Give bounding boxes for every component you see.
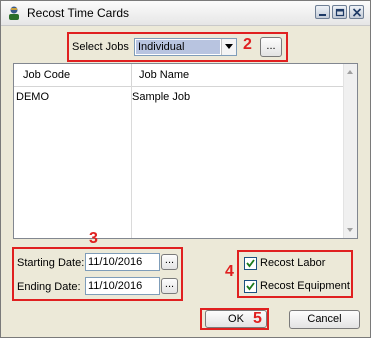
starting-date-field[interactable]: 11/10/2016: [85, 253, 160, 271]
scroll-down-icon[interactable]: [347, 228, 354, 233]
job-name-cell: Sample Job: [132, 91, 191, 103]
close-icon: [352, 8, 362, 17]
title-bar[interactable]: Recost Time Cards: [1, 1, 370, 26]
vertical-scrollbar[interactable]: [343, 64, 357, 238]
job-list-header: Job Code Job Name: [14, 64, 345, 87]
restore-icon: [335, 8, 345, 17]
select-jobs-value: Individual: [136, 40, 220, 54]
column-header-job-name[interactable]: Job Name: [132, 64, 345, 86]
job-code-cell: DEMO: [16, 91, 49, 103]
app-icon: [9, 6, 19, 20]
column-header-job-code[interactable]: Job Code: [14, 64, 132, 86]
ending-date-field[interactable]: 11/10/2016: [85, 277, 160, 295]
cancel-button[interactable]: Cancel: [289, 310, 360, 329]
recost-labor-label[interactable]: Recost Labor: [260, 257, 325, 269]
recost-time-cards-dialog: Recost Time Cards Select Jobs Individual…: [0, 0, 371, 338]
ending-date-label: Ending Date:: [17, 281, 81, 293]
select-jobs-dropdown[interactable]: Individual: [134, 38, 237, 56]
table-row[interactable]: DEMO Sample Job: [14, 89, 345, 105]
annotation-5: 5: [253, 310, 262, 327]
close-button[interactable]: [349, 5, 364, 19]
minimize-icon: [319, 14, 326, 16]
scroll-up-icon[interactable]: [347, 70, 354, 75]
window-title: Recost Time Cards: [27, 6, 130, 20]
checkmark-icon: [246, 259, 255, 268]
starting-date-label: Starting Date:: [17, 257, 85, 269]
restore-button[interactable]: [332, 5, 347, 19]
minimize-button[interactable]: [315, 5, 330, 19]
select-jobs-browse-button[interactable]: ...: [260, 37, 282, 57]
starting-date-picker-button[interactable]: ...: [161, 254, 178, 270]
dropdown-arrow-button[interactable]: [221, 39, 236, 55]
annotation-4: 4: [225, 263, 234, 280]
annotation-3: 3: [89, 230, 98, 247]
ending-date-picker-button[interactable]: ...: [161, 278, 178, 294]
recost-equipment-label[interactable]: Recost Equipment: [260, 280, 350, 292]
column-divider: [131, 86, 132, 238]
annotation-2: 2: [243, 36, 252, 53]
recost-equipment-checkbox[interactable]: [244, 280, 257, 293]
recost-labor-checkbox[interactable]: [244, 257, 257, 270]
job-list[interactable]: Job Code Job Name DEMO Sample Job: [13, 63, 358, 239]
select-jobs-label: Select Jobs: [72, 41, 129, 53]
chevron-down-icon: [225, 44, 233, 49]
checkmark-icon: [246, 282, 255, 291]
